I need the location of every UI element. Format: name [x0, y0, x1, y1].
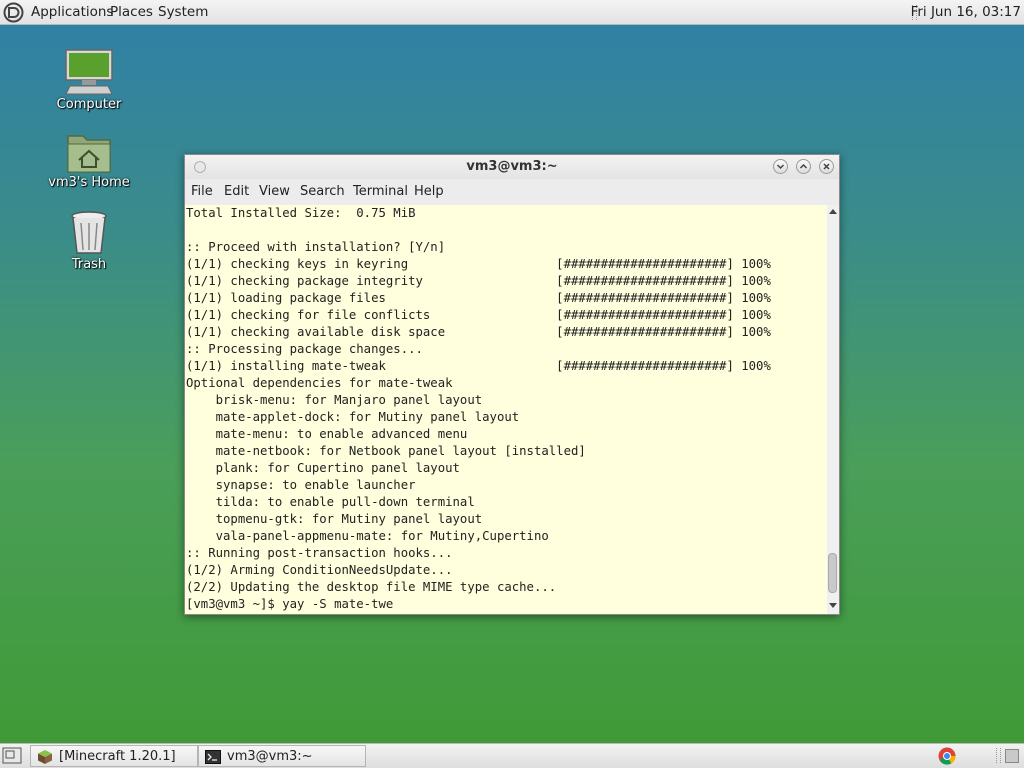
terminal-line: (2/2) Updating the desktop file MIME typ… [186, 580, 557, 594]
terminal-line: mate-netbook: for Netbook panel layout [… [186, 444, 586, 458]
desktop-icon-label: vm3's Home [48, 175, 130, 190]
desktop-icon-computer[interactable]: Computer [44, 48, 134, 112]
terminal-line: :: Running post-transaction hooks... [186, 546, 453, 560]
close-icon [823, 163, 830, 170]
terminal-line: mate-menu: to enable advanced menu [186, 427, 468, 441]
terminal-output[interactable]: Total Installed Size: 0.75 MiB:: Proceed… [185, 205, 827, 614]
terminal-window: vm3@vm3:~ File Edit View Search Terminal… [184, 154, 840, 615]
trash-icon [71, 211, 107, 254]
workspace-switcher[interactable] [1005, 749, 1019, 763]
chevron-down-icon [776, 164, 785, 170]
terminal-line: (1/1) checking keys in keyring [########… [186, 257, 771, 271]
places-menu[interactable]: Places [110, 4, 153, 20]
desktop-icon-home[interactable]: vm3's Home [44, 130, 134, 190]
taskbar-item-label: [Minecraft 1.20.1] [59, 749, 176, 764]
desktop-icon-trash[interactable]: Trash [44, 210, 134, 272]
bottom-panel: [Minecraft 1.20.1] vm3@vm3:~ [0, 743, 1024, 768]
terminal-line: Optional dependencies for mate-tweak [186, 376, 453, 390]
terminal-line: (1/1) checking package integrity [######… [186, 274, 771, 288]
scroll-up-arrow-icon[interactable] [829, 209, 837, 214]
minimize-button[interactable] [773, 159, 788, 174]
window-titlebar[interactable]: vm3@vm3:~ [185, 155, 839, 179]
terminal-line: :: Proceed with installation? [Y/n] [186, 240, 446, 254]
chevron-up-icon [799, 163, 808, 169]
terminal-line: synapse: to enable launcher [186, 478, 416, 492]
terminal-line: :: Processing package changes... [186, 342, 423, 356]
computer-icon [65, 49, 113, 95]
menu-search[interactable]: Search [300, 184, 345, 199]
taskbar-item-label: vm3@vm3:~ [227, 749, 313, 764]
menu-terminal[interactable]: Terminal [353, 184, 408, 199]
applications-menu[interactable]: Applications [31, 4, 113, 20]
terminal-line: tilda: to enable pull-down terminal [186, 495, 475, 509]
terminal-line: (1/2) Arming ConditionNeedsUpdate... [186, 563, 453, 577]
panel-separator [996, 748, 1001, 763]
mate-logo-icon[interactable] [3, 2, 24, 23]
maximize-button[interactable] [796, 159, 811, 174]
taskbar-item-terminal[interactable]: vm3@vm3:~ [198, 745, 366, 767]
top-panel: Applications Places System Fri Jun 16, 0… [0, 0, 1024, 25]
clock[interactable]: Fri Jun 16, 03:17 [911, 4, 1021, 20]
terminal-line: Total Installed Size: 0.75 MiB [186, 206, 416, 220]
terminal-line: (1/1) installing mate-tweak [###########… [186, 359, 771, 373]
taskbar-item-minecraft[interactable]: [Minecraft 1.20.1] [30, 745, 198, 767]
home-folder-icon [67, 135, 111, 173]
terminal-line: (1/1) loading package files [###########… [186, 291, 771, 305]
show-desktop-icon[interactable] [2, 747, 22, 764]
terminal-line: brisk-menu: for Manjaro panel layout [186, 393, 483, 407]
menu-edit[interactable]: Edit [224, 184, 249, 199]
scrollbar-thumb[interactable] [828, 553, 837, 593]
system-menu[interactable]: System [158, 4, 208, 20]
scroll-down-arrow-icon[interactable] [829, 603, 837, 608]
close-button[interactable] [819, 159, 834, 174]
terminal-line: plank: for Cupertino panel layout [186, 461, 460, 475]
terminal-line: (1/1) checking for file conflicts [#####… [186, 308, 771, 322]
terminal-line: vala-panel-appmenu-mate: for Mutiny,Cupe… [186, 529, 549, 543]
terminal-line: [vm3@vm3 ~]$ yay -S mate-twe [186, 597, 394, 611]
terminal-line: (1/1) checking available disk space [###… [186, 325, 771, 339]
terminal-line: mate-applet-dock: for Mutiny panel layou… [186, 410, 520, 424]
desktop-icon-label: Trash [71, 257, 107, 272]
terminal-line: topmenu-gtk: for Mutiny panel layout [186, 512, 483, 526]
terminal-scrollbar[interactable] [827, 205, 839, 614]
window-title: vm3@vm3:~ [466, 159, 558, 174]
minecraft-icon [38, 750, 52, 764]
chrome-icon[interactable] [938, 747, 956, 765]
menu-file[interactable]: File [191, 184, 213, 199]
desktop-icon-label: Computer [56, 97, 122, 112]
menu-help[interactable]: Help [414, 184, 444, 199]
terminal-icon [205, 750, 221, 764]
menu-view[interactable]: View [259, 184, 290, 199]
terminal-menubar: File Edit View Search Terminal Help [185, 179, 839, 205]
